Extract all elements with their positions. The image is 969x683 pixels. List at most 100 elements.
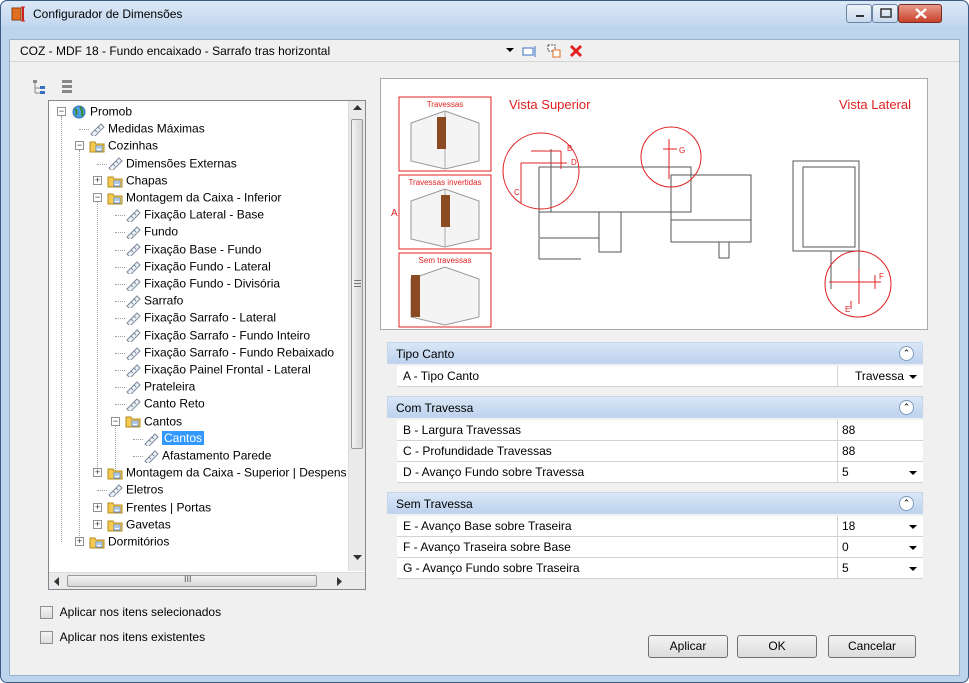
tree-item-canto-reto[interactable]: Canto Reto (125, 395, 205, 412)
property-row-avanco-traseira-base[interactable]: F - Avanço Traseira sobre Base 0 (397, 537, 923, 558)
tree-vertical-thumb[interactable] (351, 119, 363, 449)
copy-icon[interactable] (546, 43, 562, 59)
folder-icon (125, 416, 141, 428)
scroll-down-icon[interactable] (353, 555, 362, 561)
property-value[interactable]: 88 (842, 423, 855, 437)
tree-item-fixacao-fundo-lateral[interactable]: Fixação Fundo - Lateral (125, 258, 271, 275)
apply-button[interactable]: Aplicar (648, 635, 728, 658)
scroll-left-icon[interactable] (54, 577, 60, 586)
collapse-tree-icon[interactable] (60, 78, 74, 96)
expand-icon[interactable]: + (93, 175, 102, 185)
expand-icon[interactable]: + (93, 502, 102, 512)
tree-item-dimensoes-externas[interactable]: Dimensões Externas (107, 155, 237, 172)
tree-item-cozinhas[interactable]: Cozinhas (89, 137, 158, 154)
tree-item-label: Eletros (126, 482, 164, 497)
tree-item-cantos-folder[interactable]: Cantos (125, 413, 182, 430)
collapse-icon[interactable]: ⌃ (899, 496, 914, 511)
category-sem-travessa[interactable]: Sem Travessa ⌃ (387, 492, 923, 514)
tree-item-chapas[interactable]: Chapas (107, 172, 167, 189)
rename-icon[interactable] (522, 43, 538, 59)
preview-diagram: Travessas Travessas invertidas Sem trave… (380, 78, 928, 330)
property-value[interactable]: 0 (842, 540, 849, 554)
expand-icon[interactable]: + (75, 537, 84, 546)
tree-item-montagem-superior[interactable]: Montagem da Caixa - Superior | Despens (107, 464, 347, 481)
property-row-avanco-base-traseira[interactable]: E - Avanço Base sobre Traseira 18 (397, 516, 923, 537)
category-tipo-canto[interactable]: Tipo Canto ⌃ (387, 342, 923, 364)
apply-existing-checkbox[interactable] (40, 631, 53, 645)
tree-item-medidas-maximas[interactable]: Medidas Máximas (89, 120, 205, 137)
tree-item-label: Fixação Painel Frontal - Lateral (144, 362, 311, 377)
apply-existing-option[interactable]: Aplicar nos itens existentes (40, 630, 205, 646)
category-com-travessa[interactable]: Com Travessa ⌃ (387, 396, 923, 418)
collapse-node-icon[interactable]: − (111, 416, 120, 426)
collapse-node-icon[interactable]: − (75, 141, 84, 151)
dropdown-arrow-icon[interactable] (909, 471, 917, 475)
property-value[interactable]: 5 (842, 465, 849, 479)
cancel-button[interactable]: Cancelar (828, 635, 916, 658)
tree-item-fixacao-lateral-base[interactable]: Fixação Lateral - Base (125, 206, 264, 223)
collapse-icon[interactable]: ⌃ (899, 400, 914, 415)
expand-icon[interactable]: + (93, 468, 102, 478)
dropdown-arrow-icon[interactable] (909, 546, 917, 550)
dropdown-arrow-icon[interactable] (909, 375, 917, 379)
expand-icon[interactable]: + (93, 519, 102, 529)
tree-item-fixacao-sarrafo-lateral[interactable]: Fixação Sarrafo - Lateral (125, 309, 276, 326)
dropdown-arrow-icon[interactable] (909, 567, 917, 571)
scroll-right-icon[interactable] (337, 577, 343, 586)
item-selector-dropdown-icon[interactable] (506, 48, 514, 52)
tree-item-afastamento-parede[interactable]: Afastamento Parede (143, 447, 271, 464)
property-value[interactable]: 5 (842, 561, 849, 575)
property-row-avanco-fundo-travessa[interactable]: D - Avanço Fundo sobre Travessa 5 (397, 462, 923, 483)
tree-item-promob[interactable]: Promob (71, 103, 132, 120)
ok-button[interactable]: OK (737, 635, 817, 658)
property-row-profundidade-travessas[interactable]: C - Profundidade Travessas 88 (397, 441, 923, 462)
tree-item-fixacao-painel-frontal[interactable]: Fixação Painel Frontal - Lateral (125, 361, 311, 378)
tree-item-label: Fixação Base - Fundo (144, 241, 262, 256)
side-label-a: A (391, 208, 398, 219)
collapse-icon[interactable]: ⌃ (899, 346, 914, 361)
category-label: Com Travessa (396, 401, 474, 415)
title-bar[interactable]: Configurador de Dimensões (1, 1, 968, 27)
collapse-node-icon[interactable]: − (57, 107, 66, 116)
maximize-button[interactable] (872, 4, 898, 23)
tree-item-label: Promob (90, 104, 133, 119)
ruler-icon (126, 398, 141, 412)
property-row-largura-travessas[interactable]: B - Largura Travessas 88 (397, 420, 923, 441)
tree-item-fixacao-sarrafo-fundo-rebaixado[interactable]: Fixação Sarrafo - Fundo Rebaixado (125, 344, 334, 361)
tree-horizontal-scrollbar[interactable]: III (49, 572, 365, 589)
expand-tree-icon[interactable] (32, 78, 46, 96)
tree-vertical-scrollbar[interactable] (348, 101, 365, 571)
property-value[interactable]: 88 (842, 444, 855, 458)
folder-icon (107, 520, 123, 532)
tree-horizontal-thumb[interactable]: III (67, 574, 317, 587)
tree-item-montagem-inferior[interactable]: Montagem da Caixa - Inferior (107, 189, 281, 206)
tree-item-fixacao-sarrafo-fundo-inteiro[interactable]: Fixação Sarrafo - Fundo Inteiro (125, 327, 310, 344)
property-row-tipo-canto[interactable]: A - Tipo Canto Travessa (397, 366, 923, 387)
tree-item-dormitorios[interactable]: Dormitórios (89, 533, 169, 550)
collapse-node-icon[interactable]: − (93, 193, 102, 202)
tree-item-cantos[interactable]: Cantos (143, 430, 205, 447)
tree-item-fixacao-base-fundo[interactable]: Fixação Base - Fundo (125, 241, 261, 258)
tree-item-fundo[interactable]: Fundo (125, 223, 178, 240)
property-name: E - Avanço Base sobre Traseira (403, 519, 572, 533)
dropdown-arrow-icon[interactable] (909, 525, 917, 529)
tree-item-gavetas[interactable]: Gavetas (107, 516, 171, 533)
tree-item-eletros[interactable]: Eletros (107, 481, 163, 498)
category-tree[interactable]: − Promob Medidas Máximas − Cozinhas Dimensões… (48, 100, 366, 590)
ruler-icon (126, 278, 141, 291)
apply-selected-option[interactable]: Aplicar nos itens selecionados (40, 605, 221, 621)
folder-icon (107, 468, 123, 480)
tree-item-prateleira[interactable]: Prateleira (125, 378, 195, 395)
tree-item-fixacao-fundo-divisoria[interactable]: Fixação Fundo - Divisória (125, 275, 280, 292)
scroll-up-icon[interactable] (353, 105, 362, 111)
apply-selected-checkbox[interactable] (40, 606, 53, 620)
tree-item-frentes-portas[interactable]: Frentes | Portas (107, 499, 211, 516)
tree-item-sarrafo[interactable]: Sarrafo (125, 292, 183, 309)
property-value[interactable]: Travessa (855, 369, 904, 383)
minimize-button[interactable] (846, 4, 872, 23)
item-selector[interactable]: COZ - MDF 18 - Fundo encaixado - Sarrafo… (20, 44, 330, 58)
delete-icon[interactable] (568, 43, 584, 59)
close-button[interactable] (898, 4, 942, 23)
property-row-avanco-fundo-traseira[interactable]: G - Avanço Fundo sobre Traseira 5 (397, 558, 923, 579)
property-value[interactable]: 18 (842, 519, 855, 533)
